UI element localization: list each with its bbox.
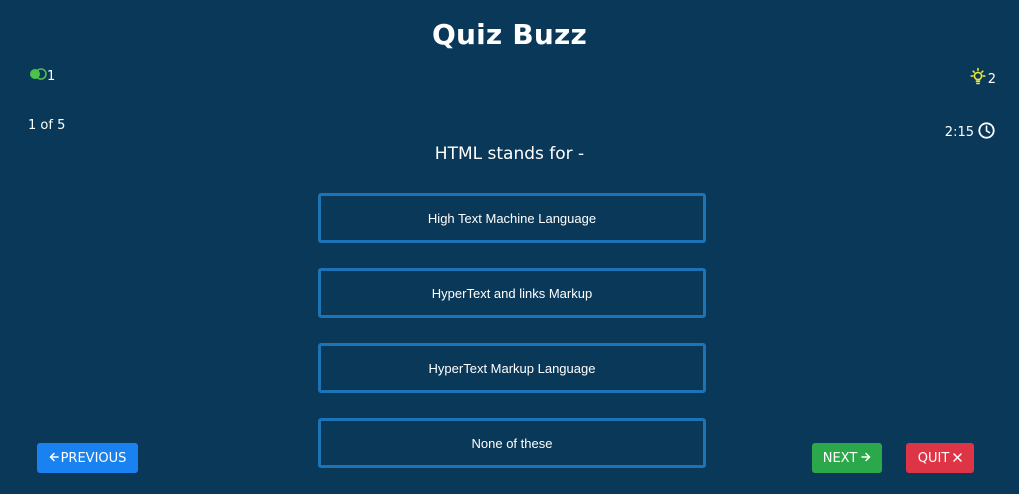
next-label: NEXT bbox=[822, 450, 858, 466]
timer: 2:15 bbox=[945, 122, 995, 143]
close-icon bbox=[953, 451, 963, 466]
answer-option-2[interactable]: HyperText and links Markup bbox=[318, 268, 706, 318]
next-button[interactable]: NEXT bbox=[812, 443, 882, 473]
previous-button[interactable]: PREVIOUS bbox=[37, 443, 138, 473]
quit-button[interactable]: QUIT bbox=[906, 443, 974, 473]
question-progress: 1 of 5 bbox=[28, 118, 66, 133]
previous-label: PREVIOUS bbox=[60, 450, 127, 466]
arrow-right-icon bbox=[861, 451, 871, 466]
hints-count: 2 bbox=[987, 71, 996, 87]
question-text: HTML stands for - bbox=[434, 144, 585, 164]
hints-counter[interactable]: 2 bbox=[968, 67, 996, 91]
timer-value: 2:15 bbox=[944, 125, 974, 140]
lifeline-counter[interactable]: 1 bbox=[29, 68, 55, 84]
clock-icon bbox=[978, 122, 995, 143]
quit-label: QUIT bbox=[917, 450, 950, 466]
arrow-left-icon bbox=[49, 451, 59, 466]
answer-option-4[interactable]: None of these bbox=[318, 418, 706, 468]
answer-option-1[interactable]: High Text Machine Language bbox=[318, 193, 706, 243]
app-title: Quiz Buzz bbox=[431, 18, 588, 51]
lifeline-count: 1 bbox=[47, 68, 56, 84]
toggle-circles-icon bbox=[29, 68, 47, 84]
answer-option-3[interactable]: HyperText Markup Language bbox=[318, 343, 706, 393]
lightbulb-icon bbox=[968, 67, 988, 91]
